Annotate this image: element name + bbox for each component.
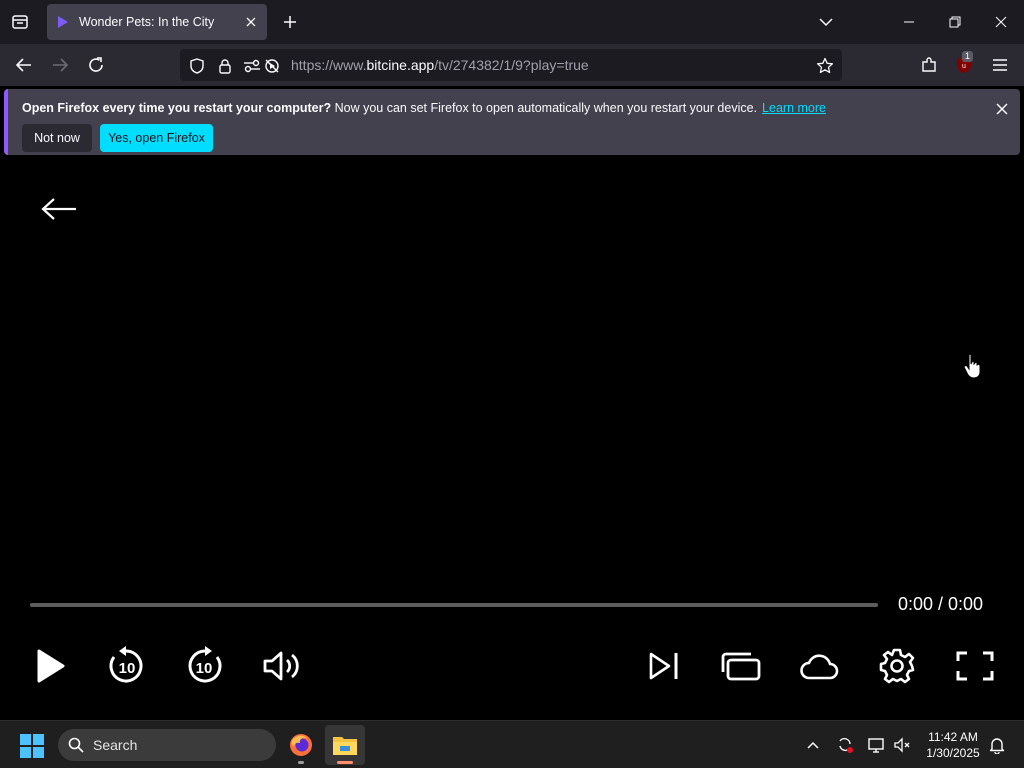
back-arrow-icon[interactable]: [40, 196, 78, 222]
learn-more-link[interactable]: Learn more: [762, 101, 826, 115]
taskbar-file-explorer-icon[interactable]: [325, 725, 365, 765]
shield-icon[interactable]: [188, 57, 206, 75]
url-path: /tv/274382/1/9?play=true: [434, 57, 589, 73]
fullscreen-icon[interactable]: [953, 644, 997, 688]
volume-muted-icon[interactable]: [892, 735, 912, 755]
new-tab-plus-icon[interactable]: [280, 12, 300, 32]
extensions-puzzle-icon[interactable]: [917, 53, 941, 77]
hand-cursor-icon: [963, 353, 981, 379]
forward-button-icon[interactable]: [48, 53, 72, 77]
reload-icon[interactable]: [84, 53, 108, 77]
taskbar: Search 11:42 AM 1/30/2025: [0, 720, 1024, 768]
tab-list-chevron-down-icon[interactable]: [816, 12, 836, 32]
network-icon[interactable]: [867, 735, 887, 755]
url-prefix: https://www.: [291, 57, 367, 73]
notification-title: Open Firefox every time you restart your…: [22, 101, 332, 115]
progress-bar[interactable]: [30, 603, 878, 607]
taskbar-firefox-icon[interactable]: [281, 725, 321, 765]
clock-date: 1/30/2025: [926, 746, 980, 760]
taskbar-search[interactable]: Search: [58, 729, 276, 761]
notification-bar: Open Firefox every time you restart your…: [4, 89, 1020, 155]
cloud-icon[interactable]: [797, 644, 841, 688]
playback-time: 0:00 / 0:00: [898, 594, 984, 614]
episodes-icon[interactable]: [719, 644, 763, 688]
tab-strip: Wonder Pets: In the City: [0, 0, 1024, 44]
site-favicon-icon: [55, 14, 71, 30]
notification-bell-icon[interactable]: [987, 735, 1007, 755]
menu-hamburger-icon[interactable]: [988, 53, 1012, 77]
next-episode-icon[interactable]: [641, 644, 685, 688]
svg-text:u: u: [962, 63, 966, 70]
search-icon: [68, 737, 84, 753]
system-clock[interactable]: 11:42 AM 1/30/2025: [920, 729, 986, 761]
restore-icon[interactable]: [945, 12, 965, 32]
tab-close-icon[interactable]: [241, 12, 261, 32]
chevron-up-icon[interactable]: [803, 735, 823, 755]
lock-icon[interactable]: [216, 57, 234, 75]
not-now-button[interactable]: Not now: [22, 124, 92, 152]
bookmark-star-icon[interactable]: [816, 57, 834, 75]
clock-time: 11:42 AM: [928, 730, 978, 744]
navigation-toolbar: https://www.bitcine.app/tv/274382/1/9?pl…: [0, 44, 1024, 86]
url-host: bitcine.app: [366, 57, 435, 73]
close-window-icon[interactable]: [991, 12, 1011, 32]
tab-title: Wonder Pets: In the City: [79, 15, 215, 29]
yes-open-firefox-button[interactable]: Yes, open Firefox: [100, 124, 213, 152]
permissions-icon[interactable]: [243, 57, 261, 75]
search-label: Search: [93, 737, 138, 753]
back-button-icon[interactable]: [12, 53, 36, 77]
tab-active[interactable]: Wonder Pets: In the City: [47, 4, 267, 40]
forward-10-icon[interactable]: 10: [183, 644, 227, 688]
notification-message: Now you can set Firefox to open automati…: [334, 101, 758, 115]
rewind-10-icon[interactable]: 10: [104, 644, 148, 688]
autoplay-blocked-icon[interactable]: [263, 57, 281, 75]
url-text[interactable]: https://www.bitcine.app/tv/274382/1/9?pl…: [291, 57, 589, 73]
play-button-icon[interactable]: [28, 644, 72, 688]
rewind-seconds-label: 10: [119, 660, 136, 677]
settings-gear-icon[interactable]: [875, 644, 919, 688]
close-icon[interactable]: [992, 99, 1012, 119]
explorer-active-indicator: [337, 761, 353, 764]
video-player[interactable]: 0:00 / 0:00 10 10: [0, 160, 1024, 720]
windows-start-icon[interactable]: [20, 734, 44, 758]
firefox-running-indicator: [298, 761, 304, 764]
extension-badge-count: 1: [962, 51, 974, 62]
minimize-icon[interactable]: [899, 12, 919, 32]
url-bar[interactable]: https://www.bitcine.app/tv/274382/1/9?pl…: [180, 49, 842, 81]
volume-icon[interactable]: [261, 644, 305, 688]
notification-text: Open Firefox every time you restart your…: [22, 101, 826, 115]
forward-seconds-label: 10: [196, 660, 213, 677]
firefox-view-icon[interactable]: [8, 10, 32, 34]
sync-alert-icon[interactable]: [835, 735, 855, 755]
